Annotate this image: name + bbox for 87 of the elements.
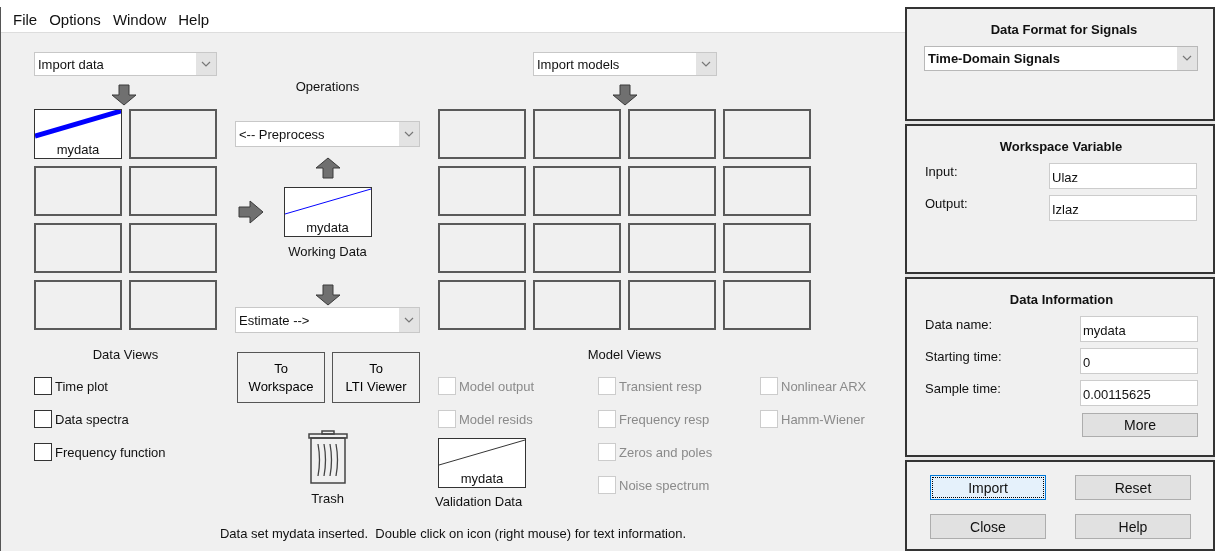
- checkbox-label: Nonlinear ARX: [781, 378, 867, 394]
- action-button[interactable]: Help: [1075, 514, 1191, 539]
- trash-icon[interactable]: [307, 430, 348, 485]
- field-label: Starting time:: [925, 348, 1002, 364]
- empty-slot[interactable]: [34, 223, 122, 273]
- empty-slot[interactable]: [129, 223, 217, 273]
- field-label: Output:: [925, 195, 968, 211]
- checkbox[interactable]: [34, 377, 52, 395]
- section-title: Operations: [294, 79, 361, 95]
- estimate-dropdown[interactable]: Estimate -->: [235, 307, 420, 333]
- empty-slot[interactable]: [533, 166, 621, 216]
- empty-slot[interactable]: [438, 166, 526, 216]
- field-label: Sample time:: [925, 380, 1001, 396]
- empty-slot[interactable]: [438, 109, 526, 159]
- data-format-dropdown[interactable]: Time-Domain Signals: [924, 46, 1198, 71]
- export-button[interactable]: To LTI Viewer: [332, 352, 420, 403]
- empty-slot[interactable]: [533, 223, 621, 273]
- checkbox-label: Frequency function: [55, 444, 166, 460]
- right-arrow-icon: [238, 200, 264, 224]
- down-arrow-icon: [111, 84, 137, 106]
- data-icon[interactable]: mydata: [34, 109, 122, 159]
- panel-title: Workspace Variable: [998, 138, 1124, 156]
- action-button[interactable]: Import: [930, 475, 1046, 500]
- empty-slot[interactable]: [438, 280, 526, 330]
- empty-slot[interactable]: [628, 109, 716, 159]
- input-field[interactable]: Izlaz: [1049, 195, 1197, 221]
- checkbox-label: Time plot: [55, 378, 108, 394]
- checkbox-label: Model output: [459, 378, 535, 394]
- checkbox[interactable]: [34, 443, 52, 461]
- empty-slot[interactable]: [628, 166, 716, 216]
- empty-slot[interactable]: [723, 223, 811, 273]
- empty-slot[interactable]: [438, 223, 526, 273]
- checkbox-label: Data spectra: [55, 411, 129, 427]
- menu-item[interactable]: Window: [106, 11, 173, 28]
- checkbox-label: Noise spectrum: [619, 477, 710, 493]
- empty-slot[interactable]: [628, 223, 716, 273]
- section-title: Data Views: [91, 347, 160, 363]
- checkbox-label: Transient resp: [619, 378, 702, 394]
- menu-item[interactable]: File: [7, 11, 44, 28]
- working-data-icon[interactable]: mydata: [283, 187, 372, 237]
- menu-item[interactable]: Options: [43, 11, 107, 28]
- empty-slot[interactable]: [628, 280, 716, 330]
- import-data-dropdown[interactable]: Import data: [34, 52, 217, 76]
- preprocess-dropdown[interactable]: <-- Preprocess: [235, 121, 420, 147]
- trash-caption: Trash: [311, 491, 344, 506]
- checkbox-label: Hamm-Wiener: [781, 411, 865, 427]
- caret-icon: [196, 53, 216, 75]
- section-title: Model Views: [586, 347, 663, 363]
- empty-slot[interactable]: [723, 109, 811, 159]
- field-label: Data name:: [925, 316, 993, 332]
- empty-slot[interactable]: [129, 280, 217, 330]
- down-arrow-icon: [612, 84, 638, 106]
- empty-slot[interactable]: [723, 166, 811, 216]
- up-arrow-icon: [314, 157, 341, 179]
- panel-title: Data Format for Signals: [989, 21, 1139, 39]
- caret-icon: [1177, 47, 1197, 70]
- panel-title: Data Information: [1008, 291, 1115, 309]
- empty-slot[interactable]: [533, 109, 621, 159]
- validation-data-icon[interactable]: mydata: [438, 438, 526, 488]
- input-field[interactable]: 0.00115625: [1080, 380, 1198, 406]
- validation-data-caption: Validation Data: [435, 494, 523, 509]
- import-models-dropdown[interactable]: Import models: [533, 52, 717, 76]
- field-label: Input:: [925, 163, 958, 179]
- empty-slot[interactable]: [723, 280, 811, 330]
- status-text: Data set mydata inserted. Double click on icon (right mouse) for text information.: [218, 526, 687, 541]
- action-button[interactable]: Reset: [1075, 475, 1191, 500]
- more-button[interactable]: More: [1082, 413, 1198, 437]
- empty-slot[interactable]: [533, 280, 621, 330]
- working-data-caption: Working Data: [287, 244, 368, 259]
- checkbox-label: Frequency resp: [619, 411, 710, 427]
- down-arrow-icon: [314, 284, 341, 306]
- empty-slot[interactable]: [34, 166, 122, 216]
- empty-slot[interactable]: [34, 280, 122, 330]
- checkbox-label: Model resids: [459, 411, 533, 427]
- empty-slot[interactable]: [129, 109, 217, 159]
- action-button[interactable]: Close: [930, 514, 1046, 539]
- menu-item[interactable]: Help: [172, 11, 216, 28]
- export-button[interactable]: To Workspace: [237, 352, 325, 403]
- input-field[interactable]: 0: [1080, 348, 1198, 374]
- checkbox[interactable]: [34, 410, 52, 428]
- caret-icon: [696, 53, 716, 75]
- input-field[interactable]: Ulaz: [1049, 163, 1197, 189]
- input-field[interactable]: mydata: [1080, 316, 1198, 342]
- caret-icon: [399, 308, 419, 332]
- empty-slot[interactable]: [129, 166, 217, 216]
- checkbox-label: Zeros and poles: [619, 444, 713, 460]
- caret-icon: [399, 122, 419, 146]
